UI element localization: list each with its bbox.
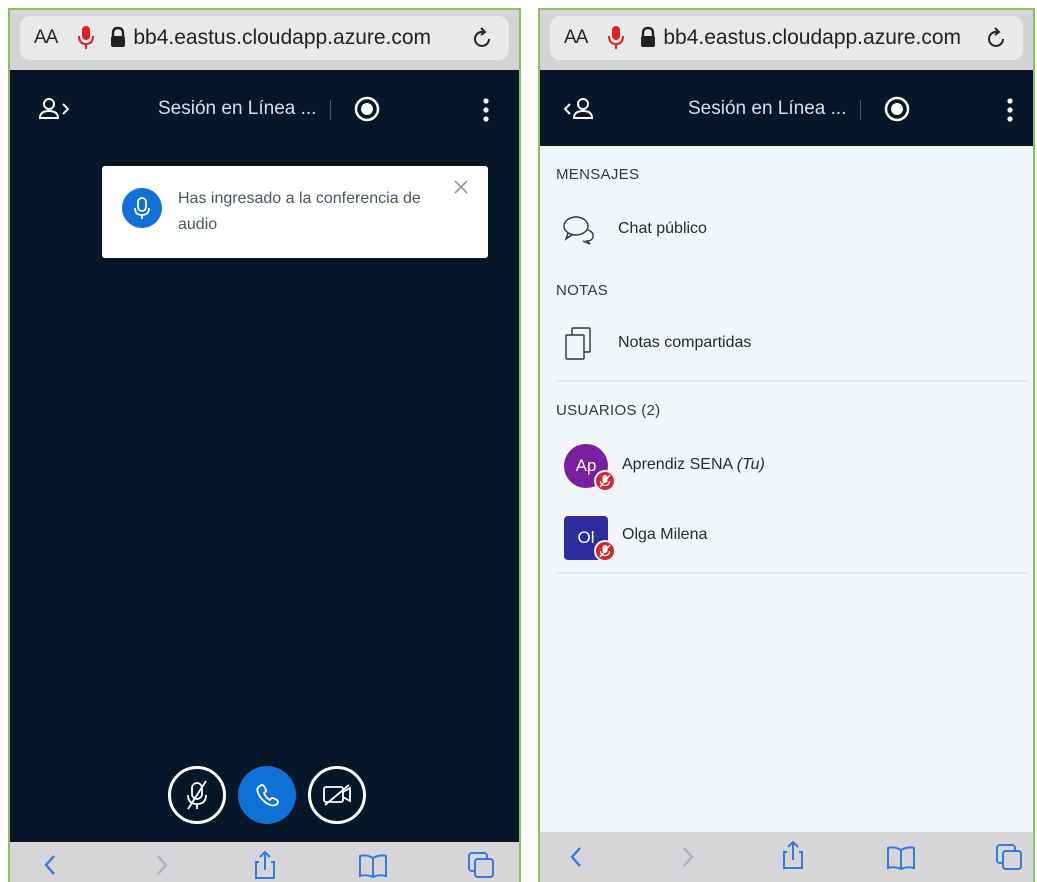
close-icon[interactable] — [452, 178, 470, 196]
record-icon[interactable] — [884, 96, 910, 122]
address-bar[interactable]: AA bb4.eastus.cloudapp.azure.com — [20, 16, 509, 60]
users-heading: USUARIOS (2) — [556, 402, 661, 419]
user-list-panel: MENSAJES Chat público NOTAS Notas compar… — [540, 146, 1033, 832]
session-title: Sesión en Línea ... — [158, 98, 317, 119]
header-divider — [860, 100, 861, 120]
messages-heading: MENSAJES — [556, 166, 640, 183]
muted-microphone-icon — [594, 470, 616, 492]
audio-joined-notification: Has ingresado a la conferencia de audio — [102, 166, 488, 258]
shared-notes-item[interactable]: Notas compartidas — [556, 316, 1025, 372]
leave-audio-button[interactable] — [238, 766, 296, 824]
record-icon[interactable] — [354, 96, 380, 122]
section-divider — [556, 380, 1029, 382]
user-list-toggle-icon[interactable] — [562, 96, 596, 122]
browser-toolbar — [540, 832, 1033, 882]
share-icon[interactable] — [778, 840, 808, 870]
url-text[interactable]: bb4.eastus.cloudapp.azure.com — [663, 26, 985, 50]
reload-icon[interactable] — [471, 26, 495, 50]
bookmarks-icon[interactable] — [886, 842, 916, 872]
back-icon[interactable] — [562, 842, 592, 872]
lock-icon — [639, 26, 657, 50]
user-list-item[interactable]: Ap Aprendiz SENA (Tu) — [556, 438, 1025, 494]
current-user-tag: (Tu) — [736, 456, 765, 473]
user-name-text: Aprendiz SENA — [622, 456, 733, 473]
public-chat-item[interactable]: Chat público — [556, 202, 1025, 258]
user-name: Olga Milena — [622, 526, 708, 543]
browser-chrome: AA bb4.eastus.cloudapp.azure.com — [540, 10, 1033, 70]
user-list-item[interactable]: Ol Olga Milena — [556, 508, 1025, 564]
tabs-icon[interactable] — [466, 850, 496, 880]
reload-icon[interactable] — [985, 26, 1009, 50]
tabs-icon[interactable] — [994, 842, 1024, 872]
address-bar[interactable]: AA bb4.eastus.cloudapp.azure.com — [550, 16, 1023, 60]
forward-icon[interactable] — [146, 850, 176, 880]
microphone-icon[interactable] — [607, 25, 625, 51]
public-chat-label: Chat público — [618, 220, 707, 237]
notification-message: Has ingresado a la conferencia de audio — [178, 190, 421, 233]
phone-left-screen: AA bb4.eastus.cloudapp.azure.com Sesión … — [8, 8, 521, 882]
microphone-icon — [122, 188, 162, 228]
phone-right-screen: AA bb4.eastus.cloudapp.azure.com Sesión … — [538, 8, 1035, 882]
presentation-area: Has ingresado a la conferencia de audio — [10, 146, 519, 842]
notes-heading: NOTAS — [556, 282, 609, 299]
document-icon — [564, 326, 594, 362]
header-divider — [330, 100, 331, 120]
share-icon[interactable] — [250, 850, 280, 880]
unmute-microphone-button[interactable] — [168, 766, 226, 824]
more-options-icon[interactable] — [1006, 97, 1014, 123]
url-text[interactable]: bb4.eastus.cloudapp.azure.com — [133, 26, 471, 50]
shared-notes-label: Notas compartidas — [618, 334, 752, 351]
browser-chrome: AA bb4.eastus.cloudapp.azure.com — [10, 10, 519, 70]
lock-icon — [109, 26, 127, 50]
user-name: Aprendiz SENA (Tu) — [622, 456, 765, 474]
back-icon[interactable] — [36, 850, 66, 880]
browser-toolbar — [10, 842, 519, 882]
more-options-icon[interactable] — [482, 97, 490, 123]
forward-icon[interactable] — [672, 842, 702, 872]
bookmarks-icon[interactable] — [358, 850, 388, 880]
session-header: Sesión en Línea ... — [10, 70, 519, 146]
microphone-icon[interactable] — [77, 25, 95, 51]
session-title: Sesión en Línea ... — [688, 98, 847, 119]
session-header: Sesión en Línea ... — [540, 70, 1033, 146]
muted-microphone-icon — [594, 540, 616, 562]
users-divider — [556, 572, 1029, 574]
text-size-button[interactable]: AA — [564, 27, 588, 49]
chat-bubbles-icon — [562, 214, 598, 246]
share-webcam-button[interactable] — [308, 766, 366, 824]
text-size-button[interactable]: AA — [34, 27, 58, 49]
user-list-toggle-icon[interactable] — [38, 96, 72, 122]
